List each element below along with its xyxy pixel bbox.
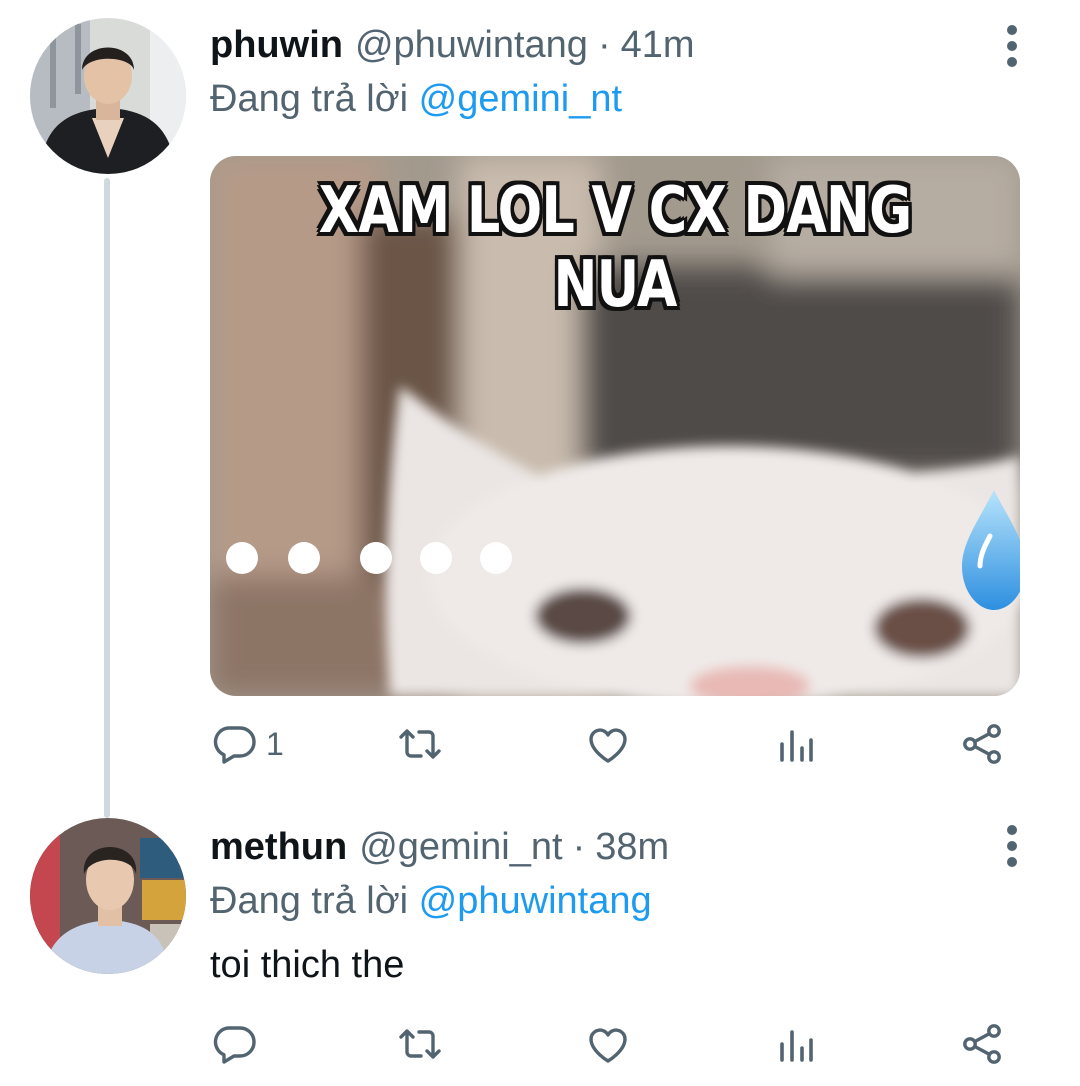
tweet-header: methun @gemini_nt · 38m [210,822,669,872]
mention-link[interactable]: @phuwintang [419,880,652,922]
retweet-button[interactable] [396,714,444,774]
separator: · [597,24,611,66]
like-icon [584,720,632,768]
like-button[interactable] [584,714,632,774]
display-name[interactable]: phuwin [210,20,343,70]
timestamp[interactable]: 41m [621,20,695,70]
share-button[interactable] [958,1014,1006,1074]
mention-link[interactable]: @gemini_nt [419,78,622,120]
like-icon [584,1020,632,1068]
share-button[interactable] [958,714,1006,774]
retweet-icon [396,1020,444,1068]
share-icon [958,720,1006,768]
tweet-image[interactable]: XAM LOL V CX DANG NUA [210,156,1020,696]
tweet-phuwin[interactable]: phuwin @phuwintang · 41m Đang trả lời @g… [0,0,1080,818]
meme-caption: XAM LOL V CX DANG NUA [318,174,913,322]
tweet-header: phuwin @phuwintang · 41m [210,20,695,70]
retweet-button[interactable] [396,1014,444,1074]
action-bar [210,1014,1030,1074]
user-handle[interactable]: @gemini_nt [359,822,562,872]
timestamp[interactable]: 38m [595,822,669,872]
more-options-icon[interactable] [992,18,1032,74]
analytics-icon [772,720,820,768]
thread-line [104,178,110,818]
reply-icon [210,720,258,768]
display-name[interactable]: methun [210,822,347,872]
action-bar: 1 [210,714,1030,774]
replying-to: Đang trả lời @gemini_nt [210,74,622,124]
retweet-icon [396,720,444,768]
tweet-text: toi thich the [210,944,405,986]
analytics-button[interactable] [772,1014,820,1074]
replying-to: Đang trả lời @phuwintang [210,876,652,926]
like-button[interactable] [584,1014,632,1074]
reply-button[interactable]: 1 [210,714,284,774]
tweet-methun[interactable]: methun @gemini_nt · 38m Đang trả lời @ph… [0,812,1080,1086]
avatar[interactable] [30,818,186,974]
reply-icon [210,1020,258,1068]
separator: · [572,826,586,868]
user-handle[interactable]: @phuwintang [355,20,588,70]
reply-button[interactable] [210,1014,266,1074]
replying-prefix: Đang trả lời [210,78,409,120]
share-icon [958,1020,1006,1068]
avatar[interactable] [30,18,186,174]
reply-count: 1 [266,725,284,762]
analytics-icon [772,1020,820,1068]
more-options-icon[interactable] [992,818,1032,874]
analytics-button[interactable] [772,714,820,774]
replying-prefix: Đang trả lời [210,880,409,922]
